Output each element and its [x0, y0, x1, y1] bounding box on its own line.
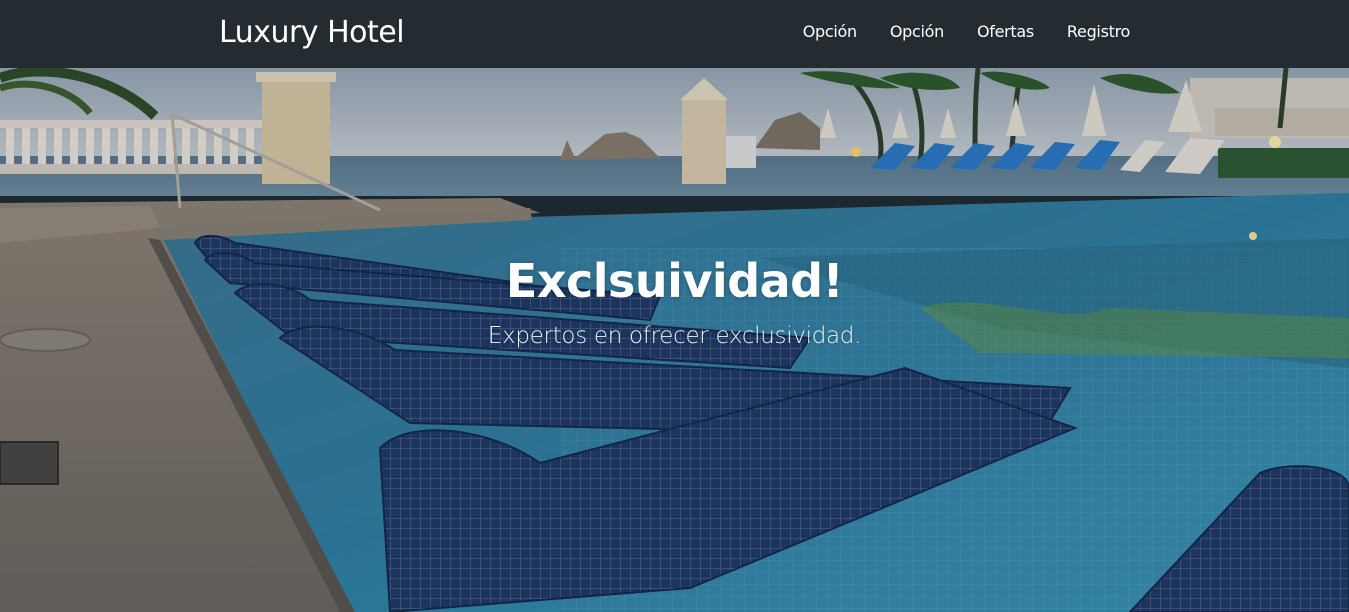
brand-logo-link[interactable]: Luxury Hotel — [219, 15, 405, 50]
nav-link-registro[interactable]: Registro — [1067, 22, 1130, 41]
hero-title: Exclsuividad! — [505, 254, 844, 308]
hero-section: Exclsuividad! Expertos en ofrecer exclus… — [0, 68, 1349, 612]
nav-link-ofertas[interactable]: Ofertas — [977, 22, 1034, 41]
nav-link-opcion-2[interactable]: Opción — [890, 22, 944, 41]
nav-links: Opción Opción Ofertas Registro — [803, 22, 1131, 41]
nav-link-opcion-1[interactable]: Opción — [803, 22, 857, 41]
hero-subtitle: Expertos en ofrecer exclusividad. — [487, 323, 862, 349]
navbar: Luxury Hotel Opción Opción Ofertas Regis… — [0, 0, 1349, 68]
